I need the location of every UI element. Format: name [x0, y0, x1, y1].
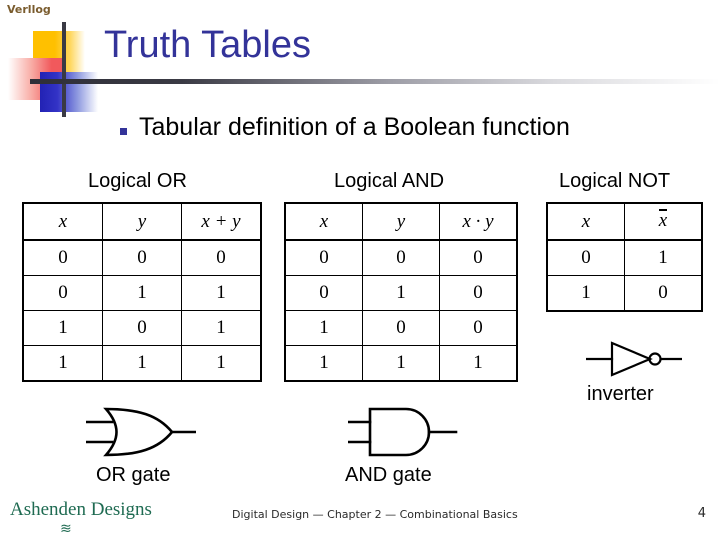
- inverter-label: inverter: [587, 383, 654, 405]
- cell-y: 1: [102, 275, 182, 311]
- bullet-square-icon: [120, 128, 127, 135]
- table-row: 0 1 1: [22, 275, 262, 311]
- ashenden-designs-logo: Ashenden Designs: [10, 499, 152, 520]
- footer-page-number: 4: [697, 506, 706, 521]
- table-row: 0 0 0: [22, 239, 262, 276]
- cell-y: 1: [362, 345, 440, 382]
- bullet-row: Tabular definition of a Boolean function: [120, 113, 570, 142]
- cell-result: 1: [181, 310, 262, 346]
- cell-y: 0: [102, 310, 182, 346]
- cell-result: 1: [624, 239, 703, 276]
- caption-logical-or: Logical OR: [88, 170, 187, 192]
- decoration-vertical-rule: [62, 22, 66, 117]
- table-header-row: x y x + y: [22, 202, 262, 241]
- table-row: 0 1: [546, 239, 703, 276]
- cell-result: 0: [439, 275, 518, 311]
- cell-x: 0: [22, 239, 103, 276]
- cell-x: 1: [546, 275, 625, 312]
- cell-x: 1: [284, 345, 363, 382]
- page-title: Truth Tables: [104, 24, 311, 66]
- table-row: 1 0 1: [22, 310, 262, 346]
- table-header-row: x x: [546, 202, 703, 241]
- title-underline-rule: [30, 79, 720, 84]
- header-cell-x: x: [284, 202, 363, 241]
- or-gate-label: OR gate: [96, 464, 171, 486]
- cell-result: 1: [439, 345, 518, 382]
- cell-result: 1: [181, 345, 262, 382]
- cell-x: 1: [284, 310, 363, 346]
- cell-x: 0: [284, 239, 363, 276]
- truth-table-and: x y x · y 0 0 0 0 1 0 1 0 0 1 1 1: [284, 202, 518, 382]
- or-gate-symbol: [86, 407, 196, 457]
- footer-caption: Digital Design — Chapter 2 — Combination…: [232, 508, 518, 521]
- table-row: 1 0: [546, 275, 703, 312]
- overbar-x: x: [658, 209, 668, 231]
- cell-result: 0: [439, 239, 518, 276]
- cell-result: 0: [439, 310, 518, 346]
- cell-result: 1: [181, 275, 262, 311]
- and-gate-symbol: [348, 407, 458, 457]
- cell-result: 0: [181, 239, 262, 276]
- table-row: 0 1 0: [284, 275, 518, 311]
- cell-y: 0: [362, 310, 440, 346]
- cell-x: 0: [22, 275, 103, 311]
- table-row: 1 1 1: [22, 345, 262, 382]
- logo-swash-icon: ≋: [60, 521, 72, 537]
- truth-table-not: x x 0 1 1 0: [546, 202, 703, 312]
- cell-x: 0: [284, 275, 363, 311]
- caption-logical-not: Logical NOT: [559, 170, 671, 192]
- cell-y: 1: [102, 345, 182, 382]
- cell-x: 1: [22, 310, 103, 346]
- table-header-row: x y x · y: [284, 202, 518, 241]
- header-cell-x-plus-y: x + y: [181, 202, 262, 241]
- cell-result: 0: [624, 275, 703, 312]
- decoration-square-blue: [40, 72, 98, 112]
- bullet-text: Tabular definition of a Boolean function: [139, 113, 570, 141]
- table-row: 0 0 0: [284, 239, 518, 276]
- cell-y: 1: [362, 275, 440, 311]
- truth-table-or: x y x + y 0 0 0 0 1 1 1 0 1 1 1 1: [22, 202, 262, 382]
- cell-x: 1: [22, 345, 103, 382]
- header-cell-y: y: [102, 202, 182, 241]
- cell-y: 0: [362, 239, 440, 276]
- cell-y: 0: [102, 239, 182, 276]
- cell-x: 0: [546, 239, 625, 276]
- header-cell-y: y: [362, 202, 440, 241]
- header-cell-x: x: [22, 202, 103, 241]
- inverter-symbol: [586, 341, 682, 377]
- table-row: 1 0 0: [284, 310, 518, 346]
- header-cell-x: x: [546, 202, 625, 241]
- and-gate-label: AND gate: [345, 464, 432, 486]
- brand-mark-label: Verllog: [7, 3, 51, 16]
- table-row: 1 1 1: [284, 345, 518, 382]
- caption-logical-and: Logical AND: [334, 170, 445, 192]
- header-cell-x-times-y: x · y: [439, 202, 518, 241]
- header-cell-x-bar: x: [624, 202, 703, 241]
